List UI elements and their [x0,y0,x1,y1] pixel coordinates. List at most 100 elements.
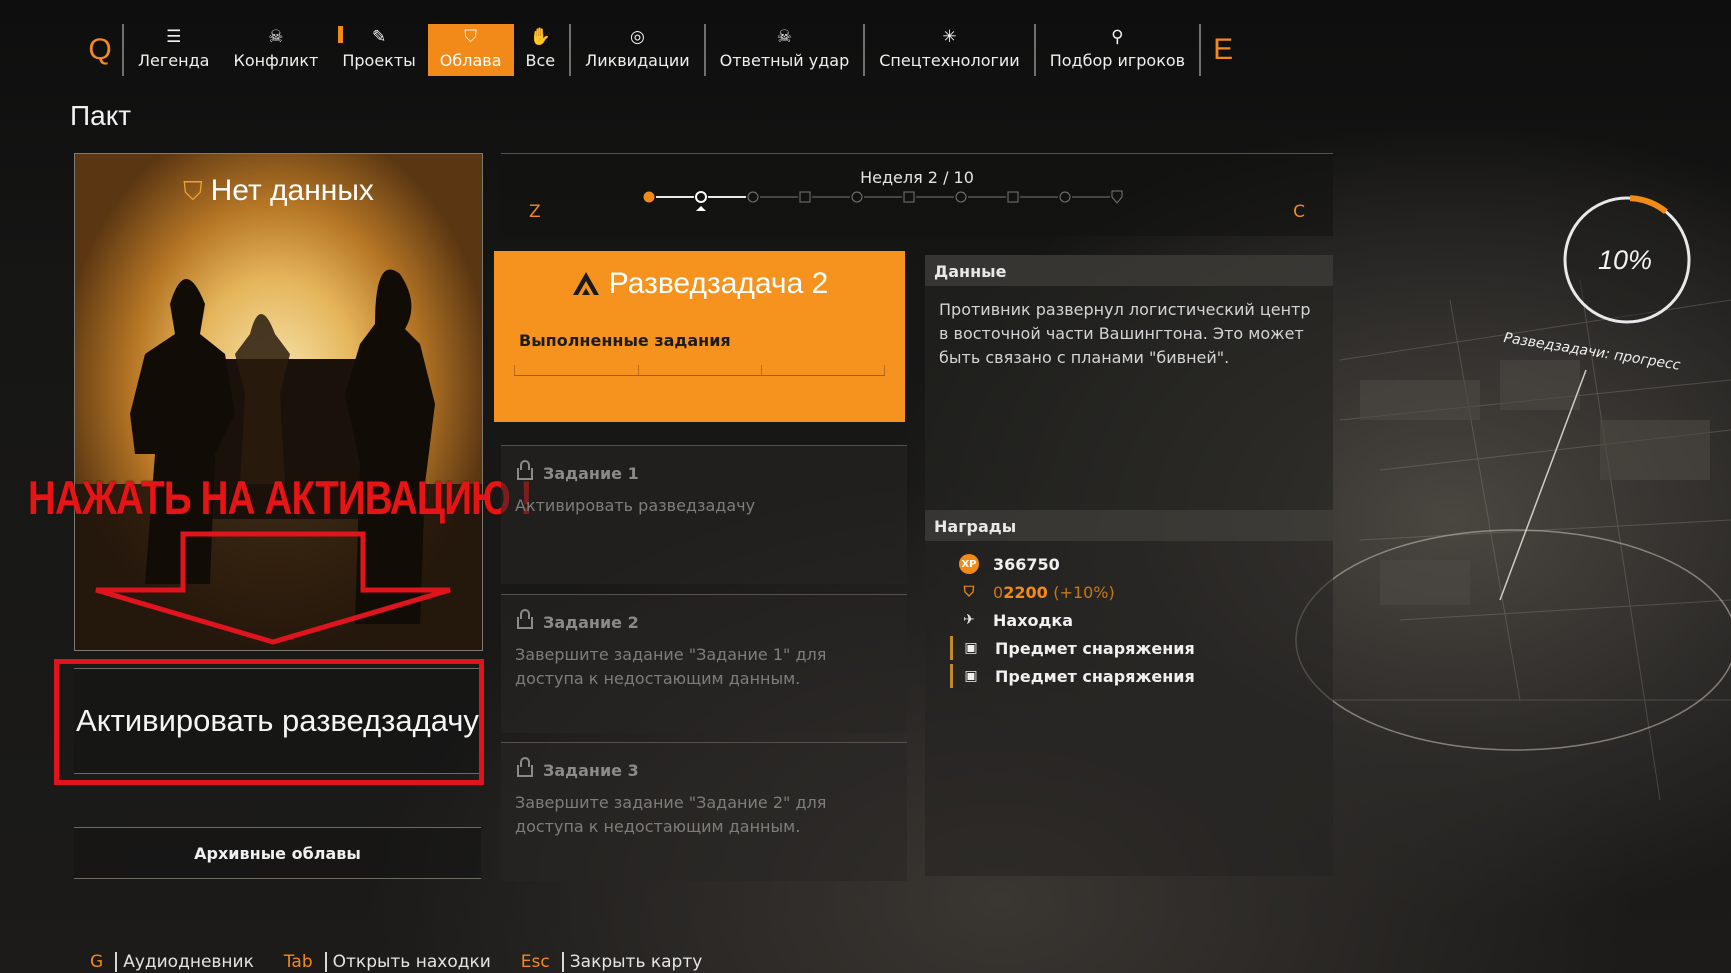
alert-badge [338,26,344,43]
tab-label: Проекты [342,51,416,70]
nav-prev-key[interactable]: Q [80,24,120,76]
skull-icon: ☠ [268,27,284,47]
hint-key: G [90,952,104,972]
task-description: Завершите задание "Задание 1" для доступ… [515,645,827,688]
tab-projects[interactable]: ✎ Проекты [330,24,427,76]
task-title: Задание 2 [517,609,639,632]
week-node[interactable] [1059,191,1071,203]
find-icon: ✈ [963,612,975,628]
mission-progress-bar [514,365,885,376]
hand-icon: ✋ [529,27,551,47]
lock-icon [517,609,533,629]
top-nav: Q ☰ Легенда ☠ Конфликт ✎ Проекты ⛉ Облав… [80,24,1243,76]
page-title: Пакт [70,100,132,131]
tab-label: Ответный удар [719,51,850,70]
lock-icon [517,757,533,777]
week-node[interactable] [903,191,915,203]
map-area-ellipse [1295,529,1731,751]
nav-divider [863,24,866,76]
tab-label: Подбор игроков [1049,51,1186,70]
rewards-header: Награды [925,510,1333,541]
week-node[interactable] [1111,190,1123,204]
week-node[interactable] [1007,191,1019,203]
intel-panel: Данные Противник развернул логистический… [925,255,1333,510]
week-node[interactable] [695,191,707,203]
target-icon: ◎ [629,27,645,47]
week-tracker: Неделя 2 / 10 Z C [501,153,1333,236]
backpack-icon: ▣ [964,668,978,684]
hint-label: Закрыть карту [569,952,703,972]
hint-key: Tab [283,952,313,972]
mission-card[interactable]: Разведзадача 2 Выполненные задания [494,251,905,422]
nav-divider [703,24,706,76]
annotation-instruction: НАЖАТЬ НА АКТИВАЦИЮ ! [28,471,533,524]
reward-gear: ▣ Предмет снаряжения [961,666,1194,686]
task-title: Задание 1 [517,460,639,483]
reward-xp: XP 366750 [959,554,1060,574]
mission-chevron-icon [572,272,599,295]
task-description: Завершите задание "Задание 2" для доступ… [515,793,827,836]
tab-bounties[interactable]: ◎ Ликвидации [573,24,701,76]
tab-manhunt[interactable]: ⛉ Облава [427,24,514,76]
hint-close-map[interactable]: Esc Закрыть карту [520,952,703,972]
shield-pin-icon: ⛉ [464,27,478,47]
week-node[interactable] [955,191,967,203]
task-item[interactable]: Задание 3 Завершите задание "Задание 2" … [501,742,907,881]
rewards-panel: Награды XP 366750 ⛉ 0 2200 (+10%) ✈ Наход… [925,510,1333,876]
nav-divider [569,24,572,76]
week-timeline [643,190,1123,211]
week-node[interactable] [643,191,655,203]
tab-conflict[interactable]: ☠ Конфликт [221,24,330,76]
reward-currency: ⛉ 0 2200 (+10%) [959,582,1115,602]
key-hints: G Аудиодневник Tab Открыть находки Esc З… [90,952,732,972]
tab-label: Легенда [138,51,210,70]
lock-icon [517,460,533,480]
nav-divider [122,24,124,76]
hint-divider [115,952,118,972]
reward-gear: ▣ Предмет снаряжения [961,638,1194,658]
task-item[interactable]: Задание 1 Активировать разведзадачу [501,445,907,584]
task-title: Задание 3 [517,757,639,780]
annotation-arrow-icon [95,531,451,645]
hint-open-finds[interactable]: Tab Открыть находки [284,952,491,972]
tab-label: Конфликт [233,51,319,70]
hint-audio-log[interactable]: G Аудиодневник [90,952,254,972]
tab-all[interactable]: ✋ Все [514,24,568,76]
spark-icon: ✳ [942,27,957,47]
hint-key: Esc [520,952,550,972]
shield-currency-icon: ⛉ [963,584,975,600]
week-node[interactable] [747,191,759,203]
hero-title-text: Нет данных [210,174,374,207]
reward-find: ✈ Находка [959,610,1073,630]
gear-rarity-bar [950,664,953,688]
week-node[interactable] [799,191,811,203]
nav-divider [1199,24,1202,76]
tab-label: Все [525,51,556,70]
mission-title: Разведзадача 2 [494,267,905,301]
hint-label: Открыть находки [332,952,491,972]
nav-next-key[interactable]: E [1203,24,1243,76]
hint-label: Аудиодневник [123,952,254,972]
mission-subtitle: Выполненные задания [519,331,731,350]
hero-title: ⛉ Нет данных [75,174,482,208]
tab-counterstrike[interactable]: ☠ Ответный удар [708,24,862,76]
tab-label: Спецтехнологии [879,51,1020,70]
clipboard-icon: ✎ [371,27,387,47]
task-item[interactable]: Задание 2 Завершите задание "Задание 1" … [501,594,907,733]
progress-percent: 10% [1598,245,1653,275]
tab-specialization[interactable]: ✳ Спецтехнологии [867,24,1031,76]
tab-legend[interactable]: ☰ Легенда [126,24,221,76]
annotation-highlight-frame [54,659,484,785]
gear-rarity-bar [950,636,953,660]
xp-icon: XP [959,554,979,574]
archive-manhunts-button[interactable]: Архивные облавы [74,827,481,879]
add-player-icon: ⚲ [1111,27,1124,47]
tab-matchmaking[interactable]: ⚲ Подбор игроков [1038,24,1197,76]
tab-label: Облава [439,51,502,70]
hint-divider [561,952,564,972]
week-node[interactable] [851,191,863,203]
list-icon: ☰ [166,27,182,47]
current-week-marker [696,206,706,211]
tab-label: Ликвидации [585,51,690,70]
skull-wings-icon: ☠ [776,27,793,47]
